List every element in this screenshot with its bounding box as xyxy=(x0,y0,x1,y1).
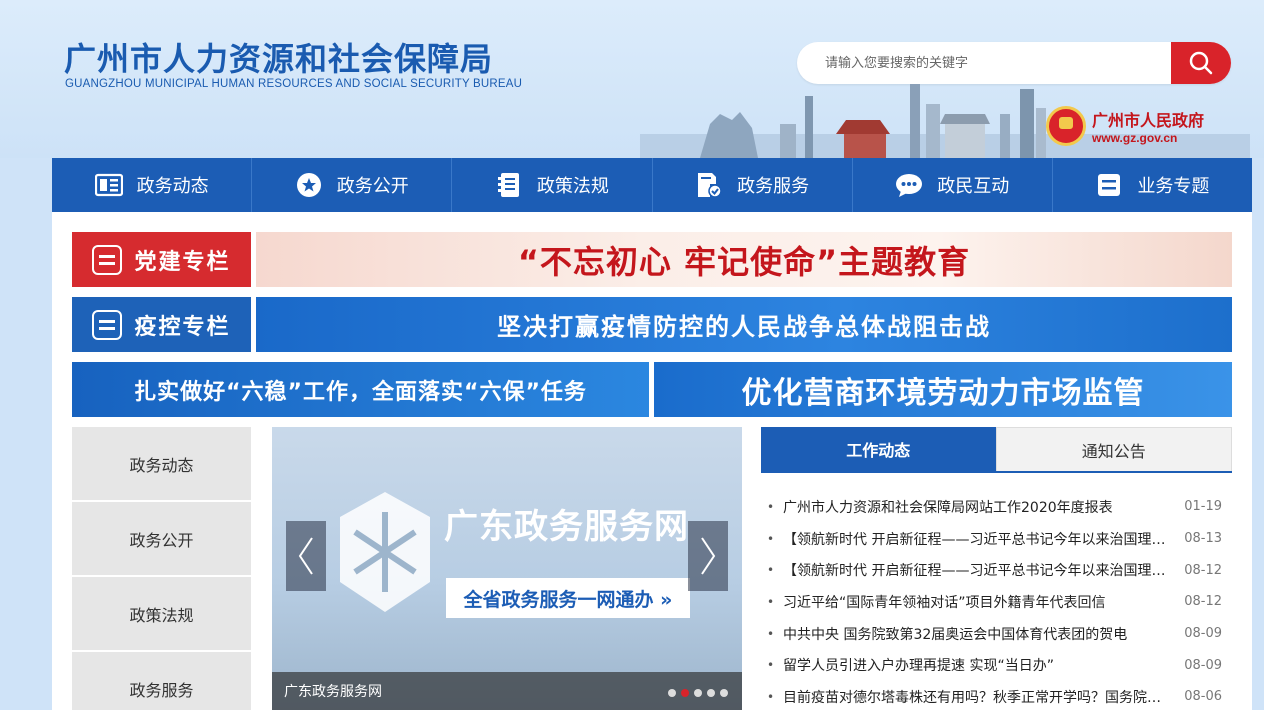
carousel-dot[interactable] xyxy=(668,689,676,697)
tab-work-news[interactable]: 工作动态 xyxy=(761,427,996,471)
bullet: • xyxy=(767,531,775,546)
gov-logo[interactable]: 广州市人民政府 www.gz.gov.cn xyxy=(1046,106,1204,146)
carousel-dot[interactable] xyxy=(720,689,728,697)
bullet: • xyxy=(767,626,775,641)
gov-url: www.gz.gov.cn xyxy=(1092,131,1178,145)
gov-service-logo-icon xyxy=(340,492,430,612)
side-item-news[interactable]: 政务动态 xyxy=(72,427,251,500)
news-date: 08-13 xyxy=(1184,531,1222,547)
nav-label: 政务公开 xyxy=(336,176,409,197)
list-icon xyxy=(1095,171,1123,199)
carousel-dot[interactable] xyxy=(681,689,689,697)
nav-item-policy[interactable]: 政策法规 xyxy=(452,158,653,212)
news-title: 【领航新时代 开启新征程——习近平总书记今年以来治国理政纪实】 xyxy=(783,563,1172,580)
gov-name: 广州市人民政府 xyxy=(1092,111,1205,130)
news-date: 08-06 xyxy=(1184,689,1222,705)
news-panel: 工作动态 通知公告 • 广州市人力资源和社会保障局网站工作2020年度报表 01-1… xyxy=(761,427,1232,710)
epidemic-banner[interactable]: 坚决打赢疫情防控的人民战争总体战阻击战 xyxy=(256,297,1232,352)
bullet: • xyxy=(767,499,775,514)
nav-label: 业务专题 xyxy=(1137,176,1210,197)
nav-item-public[interactable]: 政务公开 xyxy=(252,158,453,212)
tab-notices[interactable]: 通知公告 xyxy=(995,427,1232,471)
nav-item-service[interactable]: 政务服务 xyxy=(653,158,853,212)
party-banner-text: “不忘初心 牢记使命”主题教育 xyxy=(517,242,971,281)
search-box xyxy=(797,42,1231,84)
carousel-dot[interactable] xyxy=(694,689,702,697)
search-icon xyxy=(1189,51,1213,75)
news-title: 中共中央 国务院致第32届奥运会中国体育代表团的贺电 xyxy=(783,626,1128,643)
news-icon xyxy=(94,171,123,199)
side-item-service[interactable]: 政务服务 xyxy=(72,652,251,710)
side-menu: 政务动态 政务公开 政策法规 政务服务 xyxy=(72,427,251,710)
document-icon xyxy=(92,309,123,340)
site-title[interactable]: 广州市人力资源和社会保障局 xyxy=(64,34,493,80)
bullet: • xyxy=(767,594,775,609)
content-panel: 党建专栏 “不忘初心 牢记使命”主题教育 疫控专栏 坚决打赢疫情防控的人民战争总… xyxy=(52,212,1252,710)
image-carousel[interactable]: 广东政务服务网 全省政务服务一网通办 » 广东政务服务网 xyxy=(272,427,742,710)
search-button[interactable] xyxy=(1171,42,1231,84)
epidemic-banner-text: 坚决打赢疫情防控的人民战争总体战阻击战 xyxy=(497,313,991,341)
carousel-dot[interactable] xyxy=(707,689,715,697)
bullet: • xyxy=(767,658,775,673)
document-icon xyxy=(495,171,523,199)
carousel-link-button[interactable]: 全省政务服务一网通办 » xyxy=(446,578,690,618)
six-stability-text: 扎实做好“六稳”工作，全面落实“六保”任务 xyxy=(134,379,587,405)
chevron-left-icon xyxy=(298,537,313,575)
nav-label: 政策法规 xyxy=(536,176,609,197)
news-date: 08-12 xyxy=(1184,594,1222,610)
document-icon xyxy=(92,244,123,275)
news-title: 广州市人力资源和社会保障局网站工作2020年度报表 xyxy=(783,499,1113,516)
epidemic-column-button[interactable]: 疫控专栏 xyxy=(72,297,251,352)
service-icon xyxy=(695,171,723,199)
nav-item-news[interactable]: 政务动态 xyxy=(52,158,253,212)
news-date: 08-12 xyxy=(1184,562,1222,578)
list-item[interactable]: • 【领航新时代 开启新征程——习近平总书记今年以来治国理政纪实】 08-13 xyxy=(761,523,1232,555)
news-title: 习近平给“国际青年领袖对话”项目外籍青年代表回信 xyxy=(783,594,1106,611)
business-environment-text: 优化营商环境劳动力市场监管 xyxy=(741,375,1145,411)
list-item[interactable]: • 目前疫苗对德尔塔毒株还有用吗？秋季正常开学吗？国务院联防联控机制 08-06 xyxy=(761,681,1232,710)
side-item-public[interactable]: 政务公开 xyxy=(72,502,251,575)
carousel-title: 广东政务服务网 xyxy=(444,507,689,547)
list-item[interactable]: • 习近平给“国际青年领袖对话”项目外籍青年代表回信 08-12 xyxy=(761,586,1232,618)
search-input[interactable] xyxy=(797,42,1172,84)
side-item-policy[interactable]: 政策法规 xyxy=(72,577,251,650)
nav-label: 政民互动 xyxy=(937,176,1010,197)
national-emblem-icon xyxy=(1046,106,1086,146)
carousel-prev-button[interactable] xyxy=(286,521,326,591)
list-item[interactable]: • 广州市人力资源和社会保障局网站工作2020年度报表 01-19 xyxy=(761,491,1232,523)
nav-label: 政务动态 xyxy=(136,176,209,197)
business-environment-banner[interactable]: 优化营商环境劳动力市场监管 xyxy=(654,362,1232,417)
news-title: 【领航新时代 开启新征程——习近平总书记今年以来治国理政纪实】 xyxy=(783,531,1172,548)
news-date: 08-09 xyxy=(1184,626,1222,642)
list-item[interactable]: • 【领航新时代 开启新征程——习近平总书记今年以来治国理政纪实】 08-12 xyxy=(761,554,1232,586)
carousel-next-button[interactable] xyxy=(688,521,728,591)
bullet: • xyxy=(767,563,775,578)
party-column-label: 党建专栏 xyxy=(134,249,231,275)
bullet: • xyxy=(767,689,775,704)
six-stability-banner[interactable]: 扎实做好“六稳”工作，全面落实“六保”任务 xyxy=(72,362,649,417)
news-list: • 广州市人力资源和社会保障局网站工作2020年度报表 01-19 • 【领航新时代 … xyxy=(761,491,1232,710)
nav-item-topics[interactable]: 业务专题 xyxy=(1053,158,1252,212)
list-item[interactable]: • 留学人员引进入户办理再提速 实现“当日办” 08-09 xyxy=(761,649,1232,681)
carousel-dots xyxy=(663,689,728,697)
epidemic-column-label: 疫控专栏 xyxy=(134,314,231,340)
party-column-button[interactable]: 党建专栏 xyxy=(72,232,251,287)
news-date: 01-19 xyxy=(1184,499,1222,515)
nav-item-interaction[interactable]: 政民互动 xyxy=(853,158,1053,212)
party-theme-banner[interactable]: “不忘初心 牢记使命”主题教育 xyxy=(256,232,1232,287)
site-title-en: GUANGZHOU MUNICIPAL HUMAN RESOURCES AND … xyxy=(65,78,523,90)
site-header: 广州市人力资源和社会保障局 GUANGZHOU MUNICIPAL HUMAN … xyxy=(0,0,1264,158)
chat-icon xyxy=(895,171,923,199)
news-title: 留学人员引进入户办理再提速 实现“当日办” xyxy=(783,658,1054,675)
main-nav: 政务动态 政务公开 政策法规 政务服务 政民互动 业务专题 xyxy=(52,158,1252,212)
star-icon xyxy=(295,171,323,199)
nav-label: 政务服务 xyxy=(737,176,810,197)
news-tabs: 工作动态 通知公告 xyxy=(761,427,1232,473)
news-title: 目前疫苗对德尔塔毒株还有用吗？秋季正常开学吗？国务院联防联控机制 xyxy=(783,689,1172,706)
news-date: 08-09 xyxy=(1184,657,1222,673)
list-item[interactable]: • 中共中央 国务院致第32届奥运会中国体育代表团的贺电 08-09 xyxy=(761,618,1232,650)
chevron-right-icon xyxy=(701,537,716,575)
carousel-caption-text: 广东政务服务网 xyxy=(284,684,382,700)
